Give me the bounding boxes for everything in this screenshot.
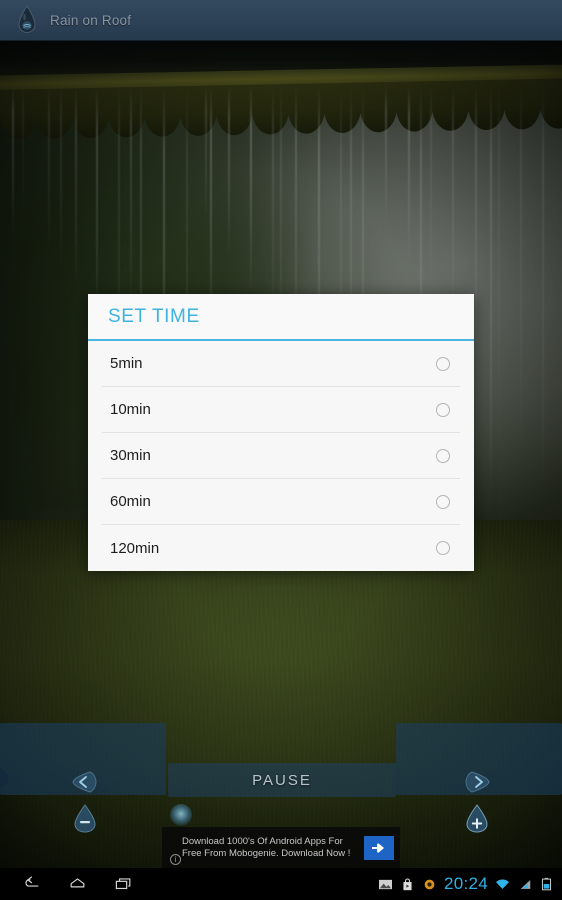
drop-left-arrow-icon[interactable] — [66, 765, 100, 799]
time-option-row[interactable]: 60min — [102, 479, 460, 525]
radio-button[interactable] — [436, 541, 450, 555]
time-option-row[interactable]: 10min — [102, 387, 460, 433]
time-option-label: 5min — [110, 355, 143, 372]
drop-plus-icon[interactable] — [460, 801, 494, 835]
android-screen: Rain on Roof PAUSE SET TIME 5min 10min 3… — [0, 0, 562, 900]
radio-button[interactable] — [436, 494, 450, 509]
rain-streak — [12, 86, 14, 234]
radio-button[interactable] — [436, 402, 450, 417]
time-option-row[interactable]: 5min — [102, 341, 460, 387]
time-option-label: 120min — [110, 539, 160, 557]
time-option-row[interactable]: 30min — [102, 433, 460, 479]
rain-streak — [430, 86, 432, 302]
recent-apps-icon[interactable] — [100, 868, 146, 900]
time-option-row[interactable]: 120min — [102, 525, 460, 571]
wifi-icon — [495, 877, 510, 892]
rain-streak — [60, 86, 62, 271]
radio-button[interactable] — [436, 356, 450, 371]
arrow-right-icon[interactable] — [364, 835, 394, 860]
rain-streak — [498, 86, 500, 413]
ad-banner[interactable]: i Download 1000's Of Android Apps For Fr… — [162, 827, 400, 868]
rain-streak — [228, 86, 230, 259]
time-option-label: 10min — [110, 401, 151, 418]
home-icon[interactable] — [54, 868, 100, 900]
rain-streak — [205, 86, 207, 222]
info-icon[interactable]: i — [170, 854, 181, 865]
time-option-label: 60min — [110, 493, 151, 510]
water-drop-icon — [10, 3, 44, 37]
cell-signal-icon — [517, 877, 532, 892]
glow-orb-icon[interactable] — [170, 804, 192, 826]
system-navigation-bar: 20:24 — [0, 868, 562, 900]
drop-right-arrow-icon[interactable] — [462, 765, 496, 799]
rain-streak — [475, 86, 477, 376]
rain-streak — [250, 86, 252, 296]
radio-button[interactable] — [436, 448, 450, 463]
rain-streak — [490, 86, 492, 493]
rain-streak — [48, 86, 50, 253]
rain-streak — [96, 86, 98, 327]
rain-streak — [520, 86, 522, 450]
image-icon — [378, 877, 393, 892]
nav-buttons — [8, 868, 146, 900]
drop-minus-icon[interactable] — [68, 801, 102, 835]
rain-streak — [408, 86, 410, 265]
playback-controls: PAUSE — [0, 723, 562, 833]
orange-circle-icon — [422, 877, 437, 892]
time-option-label: 30min — [110, 447, 151, 464]
rain-streak — [385, 86, 387, 228]
rain-streak — [542, 86, 544, 487]
rain-streak — [130, 86, 132, 308]
rain-streak — [22, 86, 24, 216]
dialog-title: SET TIME — [108, 305, 200, 327]
ad-text: Download 1000's Of Android Apps For Free… — [182, 835, 351, 859]
status-clock: 20:24 — [443, 874, 488, 893]
pause-button[interactable]: PAUSE — [168, 763, 396, 797]
set-time-dialog: SET TIME 5min 10min 30min 60min 120min — [88, 294, 474, 571]
action-bar: Rain on Roof — [0, 0, 562, 40]
battery-icon — [539, 877, 554, 892]
time-option-list: 5min 10min 30min 60min 120min — [88, 341, 474, 571]
rain-streak — [75, 86, 77, 290]
dialog-header: SET TIME — [88, 294, 474, 341]
status-bar: 20:24 — [378, 874, 554, 894]
back-arrow-icon[interactable] — [8, 868, 54, 900]
play-store-bag-icon — [400, 877, 415, 892]
app-title: Rain on Roof — [50, 12, 132, 28]
